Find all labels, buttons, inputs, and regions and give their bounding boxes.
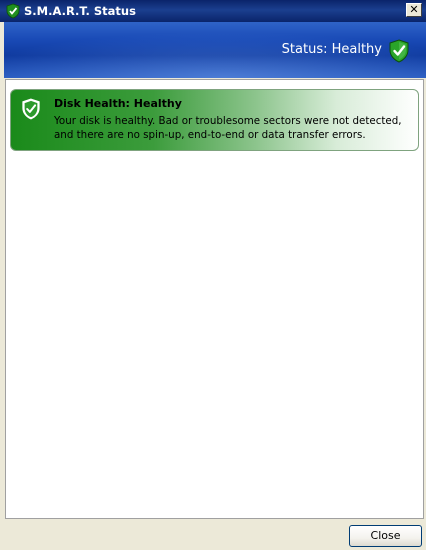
header-status-text: Status: Healthy — [281, 42, 382, 57]
content-panel: Disk Health: Healthy Your disk is health… — [5, 79, 424, 519]
window-title: S.M.A.R.T. Status — [24, 4, 136, 18]
title-bar[interactable]: S.M.A.R.T. Status ✕ — [0, 0, 426, 22]
disk-health-description: Your disk is healthy. Bad or troublesome… — [54, 115, 402, 141]
disk-health-title: Disk Health: Healthy — [54, 97, 182, 110]
shield-check-icon — [5, 3, 21, 19]
close-button[interactable]: Close — [349, 525, 422, 547]
close-icon[interactable]: ✕ — [406, 3, 422, 17]
disk-health-card: Disk Health: Healthy Your disk is health… — [10, 89, 419, 151]
smart-status-window: S.M.A.R.T. Status ✕ Status: Healthy Disk… — [0, 0, 426, 550]
shield-check-icon — [388, 39, 410, 63]
status-header: Status: Healthy — [4, 22, 426, 78]
shield-check-icon — [21, 98, 41, 120]
